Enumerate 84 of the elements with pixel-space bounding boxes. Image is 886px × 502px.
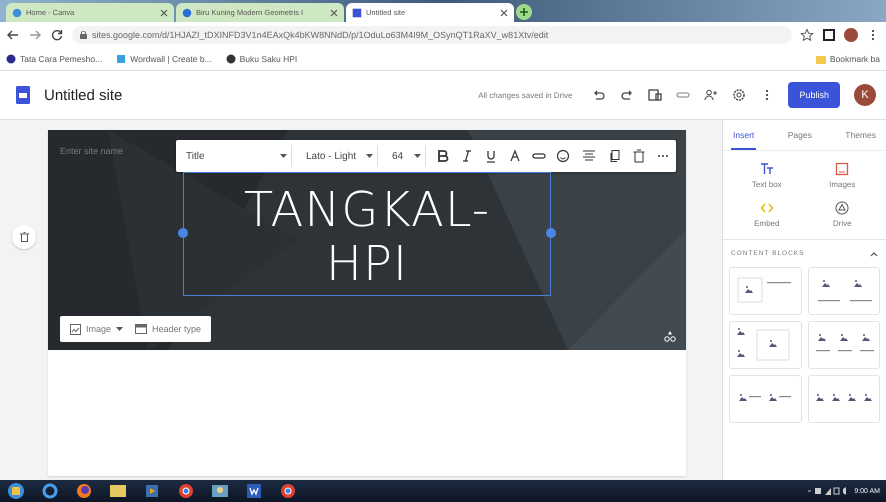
layout-drawing — [816, 334, 874, 352]
bookmark[interactable]: Wordwall | Create b... — [116, 54, 212, 64]
address-bar[interactable]: sites.google.com/d/1HJAZI_tDXINFD3V1n4EAxQk4bKW8NNdD/p/1OduLo63M4I9M_OSynQT1RaXV_w81Xtv/edit — [72, 26, 792, 44]
folder-icon[interactable] — [108, 482, 128, 500]
trash-icon — [20, 232, 28, 242]
align-icon[interactable] — [580, 149, 598, 163]
plus-icon — [519, 7, 529, 17]
sidebar-icon[interactable] — [822, 28, 836, 42]
image-button[interactable]: Image — [64, 319, 130, 339]
bookmark[interactable]: Buku Saku HPI — [226, 54, 298, 64]
preview-icon[interactable] — [648, 88, 662, 102]
content-block[interactable] — [808, 321, 880, 369]
back-icon[interactable] — [6, 28, 20, 42]
panel-tab[interactable]: Themes — [843, 120, 878, 150]
header-icon — [135, 324, 148, 334]
italic-icon[interactable] — [460, 149, 474, 163]
style-dropdown[interactable]: Title — [182, 145, 292, 167]
close-icon[interactable] — [160, 8, 168, 16]
layout-drawing — [738, 278, 792, 302]
image-icon — [835, 162, 850, 176]
layout-drawing — [739, 394, 792, 401]
size-dropdown[interactable]: 64 — [388, 145, 426, 167]
browser-icon[interactable] — [40, 482, 60, 500]
emoji-icon[interactable] — [556, 149, 570, 163]
star-icon[interactable] — [800, 28, 814, 42]
people-icon[interactable] — [210, 482, 230, 500]
account-avatar[interactable]: K — [854, 84, 876, 106]
site-title[interactable]: Untitled site — [44, 86, 464, 104]
layout-drawing — [737, 328, 790, 360]
chrome-icon[interactable] — [278, 482, 298, 500]
collapse-icon[interactable] — [870, 250, 878, 256]
close-icon[interactable] — [330, 8, 338, 16]
add-person-icon[interactable] — [704, 88, 718, 102]
page-icon — [352, 8, 362, 18]
redo-icon[interactable] — [620, 88, 634, 102]
header-section[interactable]: Enter site name Title Lato - Light 64 TANGKAL- HPI Image Header type — [48, 130, 686, 350]
undo-icon[interactable] — [592, 88, 606, 102]
caret-icon — [116, 327, 124, 331]
title-text-box[interactable]: TANGKAL- HPI — [183, 172, 551, 296]
save-status: All changes saved in Drive — [478, 90, 572, 100]
settings-icon[interactable] — [732, 88, 746, 102]
delete-icon[interactable] — [632, 149, 646, 163]
tile-icon — [116, 54, 126, 64]
publish-button[interactable]: Publish — [788, 82, 840, 108]
caret-icon — [366, 154, 373, 158]
globe-icon — [182, 8, 192, 18]
new-tab-button[interactable] — [516, 4, 532, 20]
delete-section-button[interactable] — [12, 225, 36, 249]
content-block[interactable] — [808, 267, 880, 315]
layout-drawing — [816, 394, 872, 401]
folder-icon — [816, 54, 826, 64]
insert-item[interactable]: Drive — [804, 200, 880, 229]
lock-icon — [80, 31, 87, 39]
image-icon — [70, 324, 81, 334]
font-dropdown[interactable]: Lato - Light — [302, 145, 378, 167]
forward-icon[interactable] — [28, 28, 42, 42]
text-icon — [760, 162, 774, 176]
insert-item[interactable]: Text box — [729, 161, 804, 190]
globe-icon — [12, 8, 22, 18]
reload-icon[interactable] — [50, 28, 64, 42]
insert-item[interactable]: Images — [804, 161, 880, 190]
tray-icons-drawing — [808, 486, 848, 496]
header-type-button[interactable]: Header type — [129, 319, 208, 339]
close-icon[interactable] — [500, 8, 508, 16]
layout-drawing — [818, 280, 872, 302]
bookmark-folder[interactable]: Bookmark ba — [816, 54, 880, 64]
word-icon[interactable] — [244, 482, 264, 500]
panel-tab[interactable]: Pages — [786, 120, 814, 150]
bold-icon[interactable] — [436, 149, 450, 163]
caret-icon — [414, 154, 421, 158]
panel-tab[interactable]: Insert — [731, 120, 756, 150]
sites-logo-icon — [16, 86, 30, 104]
insert-item[interactable]: Embed — [729, 200, 804, 229]
content-block[interactable] — [808, 375, 880, 423]
site-name-field[interactable]: Enter site name — [60, 140, 156, 156]
copy-icon[interactable] — [608, 149, 622, 163]
text-color-icon[interactable] — [508, 149, 522, 163]
chrome-icon[interactable] — [176, 482, 196, 500]
underline-icon[interactable] — [484, 149, 498, 163]
start-icon[interactable] — [6, 482, 26, 500]
shapes-icon[interactable] — [664, 330, 676, 342]
bookmark[interactable]: Tata Cara Pemesho... — [6, 54, 102, 64]
caret-icon — [280, 154, 287, 158]
code-icon — [760, 201, 774, 215]
